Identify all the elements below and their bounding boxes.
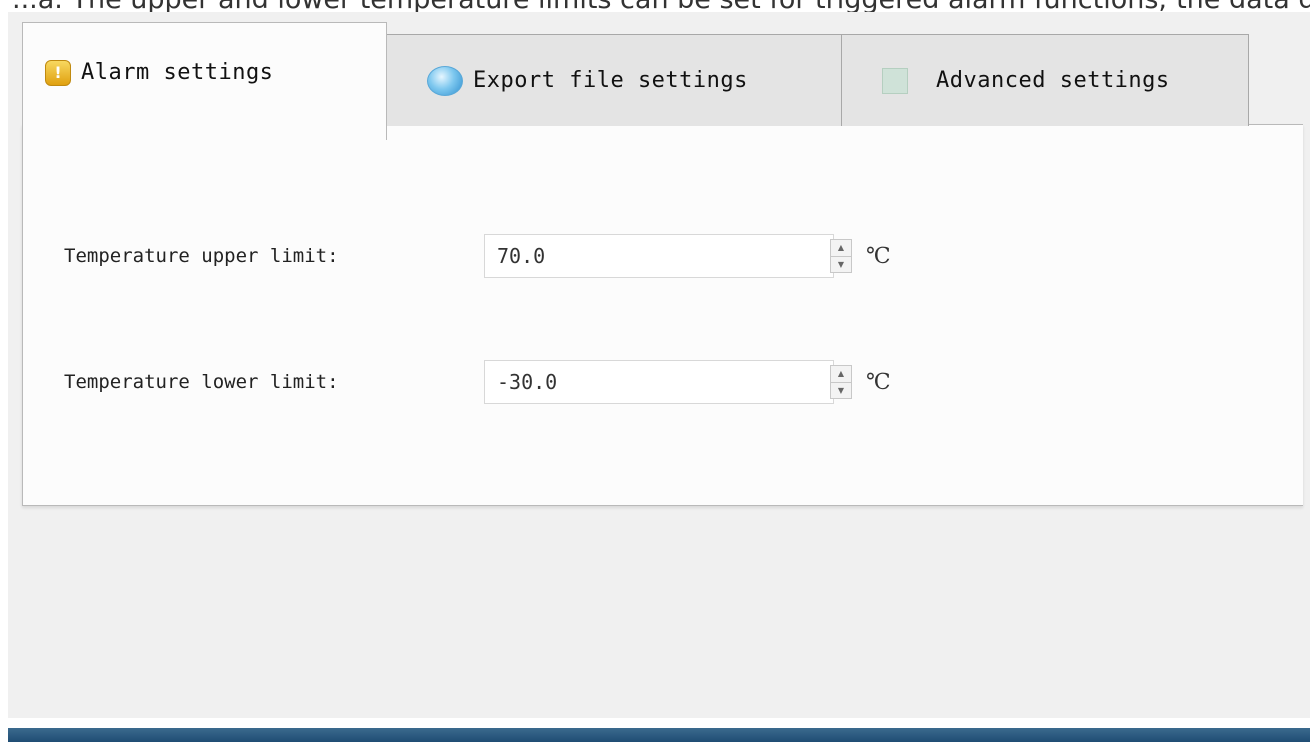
alarm-icon: ! bbox=[45, 59, 71, 86]
spin-down-icon[interactable]: ▼ bbox=[831, 257, 851, 273]
lower-limit-label: Temperature lower limit: bbox=[64, 371, 339, 393]
upper-limit-label: Temperature upper limit: bbox=[64, 245, 339, 267]
lower-limit-input[interactable] bbox=[484, 360, 834, 404]
tab-label: Advanced settings bbox=[936, 68, 1170, 93]
advanced-icon bbox=[882, 67, 908, 94]
tab-label: Alarm settings bbox=[81, 60, 274, 85]
upper-limit-stepper[interactable]: ▲ ▼ bbox=[830, 239, 852, 273]
taskbar bbox=[8, 728, 1310, 742]
spin-down-icon[interactable]: ▼ bbox=[831, 383, 851, 399]
lower-limit-unit: ℃ bbox=[866, 369, 891, 395]
spin-up-icon[interactable]: ▲ bbox=[831, 240, 851, 257]
alarm-settings-panel bbox=[22, 124, 1303, 506]
upper-limit-row: Temperature upper limit: ▲ ▼ ℃ bbox=[64, 234, 891, 278]
lower-limit-row: Temperature lower limit: ▲ ▼ ℃ bbox=[64, 360, 891, 404]
tab-bar: ! Alarm settings Export file settings Ad… bbox=[22, 22, 1302, 140]
upper-limit-input[interactable] bbox=[484, 234, 834, 278]
tab-label: Export file settings bbox=[473, 68, 748, 93]
spin-up-icon[interactable]: ▲ bbox=[831, 366, 851, 383]
tab-alarm-settings[interactable]: ! Alarm settings bbox=[22, 22, 387, 140]
tab-export-file-settings[interactable]: Export file settings bbox=[386, 34, 842, 126]
lower-limit-stepper[interactable]: ▲ ▼ bbox=[830, 365, 852, 399]
tab-advanced-settings[interactable]: Advanced settings bbox=[841, 34, 1249, 126]
upper-limit-unit: ℃ bbox=[866, 243, 891, 269]
export-icon bbox=[427, 65, 463, 96]
